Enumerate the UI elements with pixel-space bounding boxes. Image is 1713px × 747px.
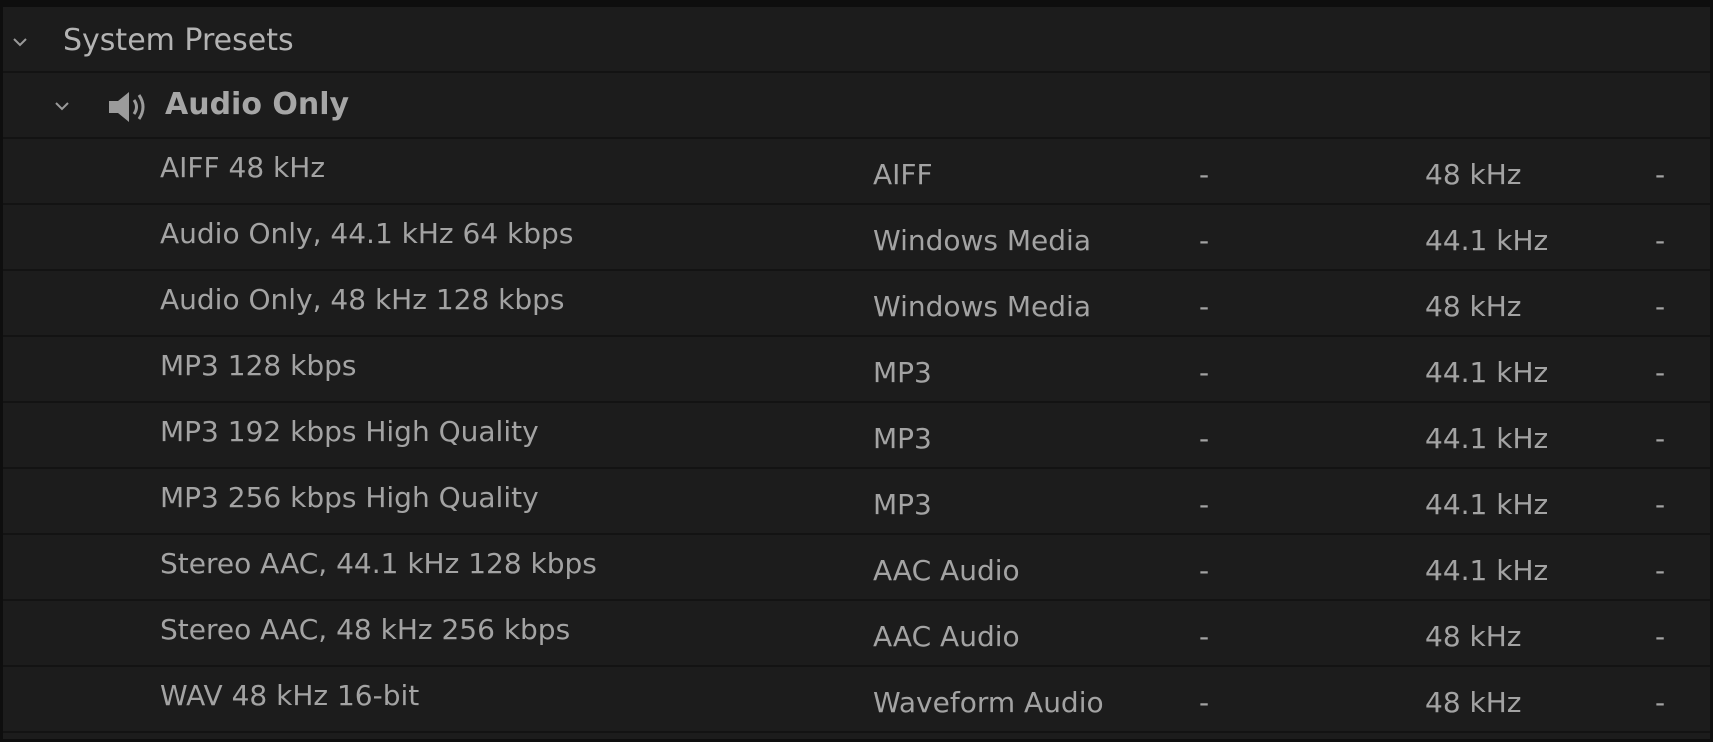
preset-col5: - xyxy=(1655,290,1666,323)
preset-sample-rate: 44.1 kHz xyxy=(1425,224,1549,257)
preset-col5: - xyxy=(1655,686,1666,719)
preset-row[interactable]: Stereo AAC, 44.1 kHz 128 kbps AAC Audio - 4… xyxy=(3,535,1710,601)
preset-name: Stereo AAC, 44.1 kHz 128 kbps xyxy=(160,547,597,580)
preset-name: Audio Only, 44.1 kHz 64 kbps xyxy=(160,217,574,250)
preset-row[interactable]: AIFF 48 kHz AIFF - 48 kHz - xyxy=(3,139,1710,205)
preset-col3: - xyxy=(1199,158,1210,191)
system-presets-label: System Presets xyxy=(63,23,294,58)
preset-format: MP3 xyxy=(873,422,932,455)
preset-col3: - xyxy=(1199,620,1210,653)
preset-col3: - xyxy=(1199,422,1210,455)
preset-sample-rate: 44.1 kHz xyxy=(1425,356,1549,389)
audio-only-label: Audio Only xyxy=(165,87,350,122)
preset-format: AIFF xyxy=(873,158,933,191)
preset-row[interactable]: Stereo AAC, 48 kHz 256 kbps AAC Audio - 48 … xyxy=(3,601,1710,667)
preset-col3: - xyxy=(1199,290,1210,323)
preset-format: MP3 xyxy=(873,488,932,521)
preset-row[interactable]: MP3 128 kbps MP3 - 44.1 kHz - xyxy=(3,337,1710,403)
preset-col5: - xyxy=(1655,554,1666,587)
preset-col3: - xyxy=(1199,554,1210,587)
preset-col5: - xyxy=(1655,356,1666,389)
preset-row[interactable]: Audio Only, 48 kHz 128 kbps Windows Media… xyxy=(3,271,1710,337)
preset-name: MP3 256 kbps High Quality xyxy=(160,481,539,514)
chevron-down-icon[interactable] xyxy=(9,31,31,53)
preset-format: AAC Audio xyxy=(873,620,1020,653)
preset-name: MP3 128 kbps xyxy=(160,349,357,382)
preset-col5: - xyxy=(1655,620,1666,653)
preset-col3: - xyxy=(1199,488,1210,521)
preset-format: Waveform Audio xyxy=(873,686,1104,719)
speaker-icon xyxy=(107,89,151,125)
preset-sample-rate: 48 kHz xyxy=(1425,620,1522,653)
preset-format: MP3 xyxy=(873,356,932,389)
preset-col5: - xyxy=(1655,224,1666,257)
preset-browser-panel: System Presets Audio Only AIFF 48 kHz AIF… xyxy=(0,0,1713,742)
tree-row-audio-only[interactable]: Audio Only xyxy=(3,73,1710,139)
preset-format: AAC Audio xyxy=(873,554,1020,587)
preset-sample-rate: 44.1 kHz xyxy=(1425,554,1549,587)
preset-format: Windows Media xyxy=(873,224,1091,257)
preset-sample-rate: 48 kHz xyxy=(1425,686,1522,719)
preset-format: Windows Media xyxy=(873,290,1091,323)
preset-col3: - xyxy=(1199,686,1210,719)
preset-name: Audio Only, 48 kHz 128 kbps xyxy=(160,283,565,316)
preset-name: WAV 48 kHz 16-bit xyxy=(160,679,420,712)
preset-col3: - xyxy=(1199,356,1210,389)
preset-col5: - xyxy=(1655,158,1666,191)
preset-row[interactable]: WAV 48 kHz 16-bit Waveform Audio - 48 kHz - xyxy=(3,667,1710,733)
preset-sample-rate: 48 kHz xyxy=(1425,158,1522,191)
preset-sample-rate: 44.1 kHz xyxy=(1425,488,1549,521)
preset-col5: - xyxy=(1655,422,1666,455)
preset-row[interactable]: Audio Only, 44.1 kHz 64 kbps Windows Medi… xyxy=(3,205,1710,271)
preset-name: Stereo AAC, 48 kHz 256 kbps xyxy=(160,613,571,646)
preset-sample-rate: 48 kHz xyxy=(1425,290,1522,323)
preset-col5: - xyxy=(1655,488,1666,521)
preset-row[interactable]: MP3 256 kbps High Quality MP3 - 44.1 kHz - xyxy=(3,469,1710,535)
preset-name: MP3 192 kbps High Quality xyxy=(160,415,539,448)
preset-name: AIFF 48 kHz xyxy=(160,151,326,184)
preset-col3: - xyxy=(1199,224,1210,257)
preset-row[interactable]: MP3 192 kbps High Quality MP3 - 44.1 kHz - xyxy=(3,403,1710,469)
tree-row-system-presets[interactable]: System Presets xyxy=(3,7,1710,73)
chevron-down-icon[interactable] xyxy=(51,95,73,117)
preset-sample-rate: 44.1 kHz xyxy=(1425,422,1549,455)
